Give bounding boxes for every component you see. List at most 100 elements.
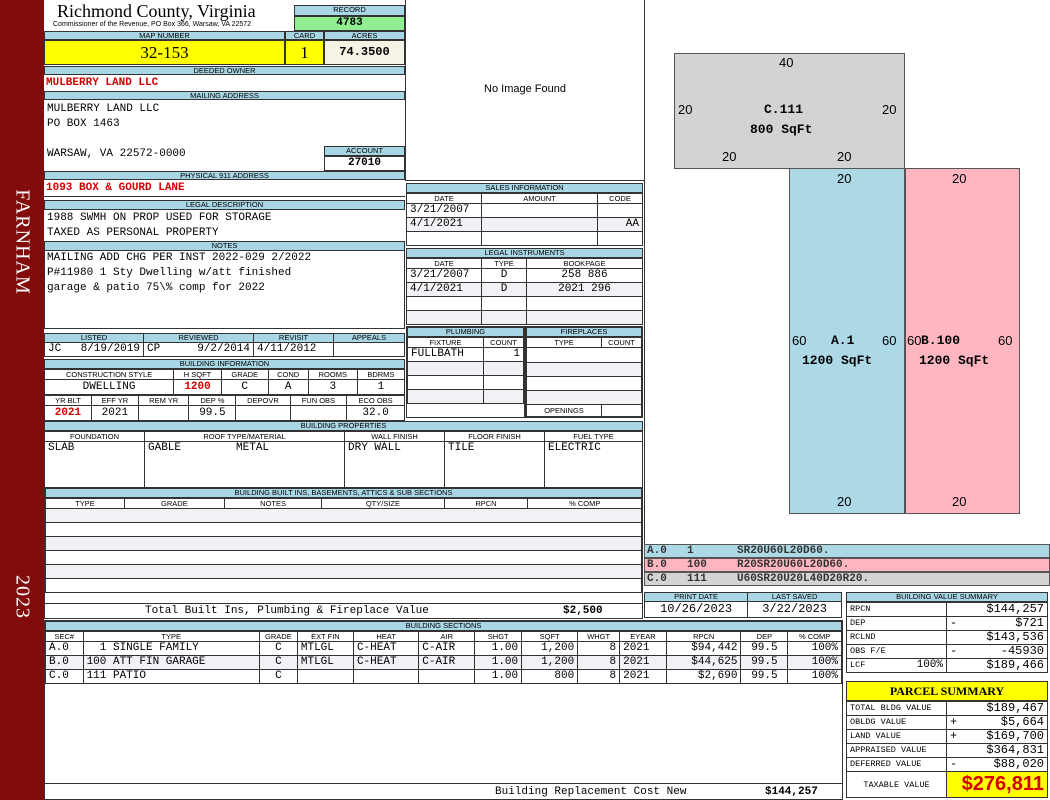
column-header: AMOUNT [481,193,598,204]
notes-label: NOTES [44,241,405,251]
column-header: % COMP [527,498,642,509]
sections-label: BUILDING SECTIONS [45,621,842,631]
table-cell [526,296,643,311]
listed-date: 8/19/2019 [80,343,140,356]
column-header: H SQFT [173,369,222,380]
sketch-legend-row: B.0 100 R20SR20U60L20D60. [644,558,1050,572]
rpcn-label: RPCN [846,602,947,617]
column-header: GRADE [123,498,225,509]
reviewed-by: CP [147,343,161,356]
column-header: SQFT [521,631,579,642]
table-cell [406,310,482,325]
table-cell: C-AIR [418,655,476,670]
wall-value: DRY WALL [344,441,445,492]
column-header: HEAT [352,631,420,642]
table-cell [407,361,484,376]
column-header: TYPE [45,498,125,509]
table-row: C.0 111 PATIO C 1.00 800 8 2021 $2,690 99.5 100% [45,669,842,684]
table-cell [296,669,354,684]
area-name: A.1 [831,333,855,348]
floor-value: TILE [444,441,545,492]
dim-label: 60 [907,333,922,348]
column-header: TYPE [82,631,260,642]
dim-label: 20 [952,494,967,509]
physical-address: 1093 BOX & GOURD LANE [46,182,185,194]
table-cell [406,296,482,311]
table-row [406,231,643,246]
year-label: 2023 [11,575,34,619]
last-saved: 3/22/2023 [747,601,842,618]
table-row: 3/21/2007 [406,203,643,218]
table-cell: 1 SINGLE FAMILY [82,641,260,656]
column-header: RPCN [665,631,742,642]
area-sqft: 800 SqFt [750,122,813,137]
legal-line1: 1988 SWMH ON PROP USED FOR STORAGE [47,212,272,224]
dim-label: 60 [998,333,1013,348]
no-image-text: No Image Found [484,83,566,95]
openings-label: OPENINGS [526,404,602,417]
owner-label: DEEDED OWNER [44,66,405,75]
dep-sign: - [950,616,958,630]
obldg-label: OBLDG VALUE [846,715,947,730]
table-cell [483,375,524,390]
column-header: ROOMS [307,369,358,380]
taxable-label: TAXABLE VALUE [846,771,947,798]
info-value: 99.5 [188,405,237,421]
column-header: YR BLT [44,395,92,406]
roof-type-value: GABLE [148,442,182,455]
info-value [289,405,348,421]
column-header: FUN OBS [289,395,348,406]
table-cell: FULLBATH [407,347,484,362]
table-cell [407,375,484,390]
legend-cell: R20SR20U60L20D60. [737,559,850,571]
info-value: 3 [307,379,358,395]
appraised-value: $364,831 [946,743,1048,758]
fireplaces-label: FIREPLACES [526,327,642,337]
print-dates: PRINT DATE LAST SAVED 10/26/2023 3/22/2023 [643,592,842,618]
last-saved-label: LAST SAVED [747,592,842,602]
listed-label: LISTED [44,333,144,343]
column-header: CODE [597,193,643,204]
column-header: COND [267,369,309,380]
column-header: TYPE [481,258,527,269]
legend-cell: 111 [687,573,707,585]
obldg-sign: + [950,715,958,729]
rpcn-value: $144,257 [946,602,1048,617]
card-label: CARD [285,31,324,40]
legal-label: LEGAL DESCRIPTION [44,200,405,210]
legal-line2: TAXED AS PERSONAL PROPERTY [47,227,219,239]
table-row [407,375,524,390]
mailing-line1: MULBERRY LAND LLC [47,103,160,115]
mailing-line3: WARSAW, VA 22572-0000 [47,148,186,160]
reviewed-date: 9/2/2014 [197,343,250,356]
built-ins: BUILDING BUILT INS, BASEMENTS, ATTICS & … [44,487,643,619]
info-value: A [267,379,309,395]
info-value: DWELLING [43,379,175,395]
sketch-legend-row: C.0 111 U60SR20U20L40D20R20. [644,572,1050,586]
sales-label: SALES INFORMATION [406,183,643,193]
account-label: ACCOUNT [324,146,405,156]
revisit-date: 4/11/2012 [253,342,334,357]
area-name: B.100 [921,333,961,348]
land-value: $169,700 [986,729,1044,743]
obs-value: -45930 [1000,644,1044,658]
legend-cell: 100 [687,559,707,571]
table-row [406,296,643,311]
table-cell: C [258,641,298,656]
parcel-summary-label: PARCEL SUMMARY [846,681,1048,701]
replacement-cost-label: Building Replacement Cost New [495,786,687,798]
table-cell: 99.5 [740,655,789,670]
table-cell [481,231,598,246]
info-value: 1200 [173,379,222,395]
fp-type-header: TYPE [526,337,602,348]
sales-information: SALES INFORMATION DATE AMOUNT CODE 3/21/200… [406,183,643,246]
bldg-value: $189,467 [946,701,1048,716]
table-cell: 8 [577,669,621,684]
legend-cell: C.0 [647,573,667,585]
column-header: BOOKPAGE [526,258,643,269]
fuel-header: FUEL TYPE [544,431,643,442]
table-cell: 2021 [619,641,667,656]
table-cell [597,231,643,246]
table-cell: $2,690 [665,669,742,684]
map-number: 32-153 [44,40,285,65]
